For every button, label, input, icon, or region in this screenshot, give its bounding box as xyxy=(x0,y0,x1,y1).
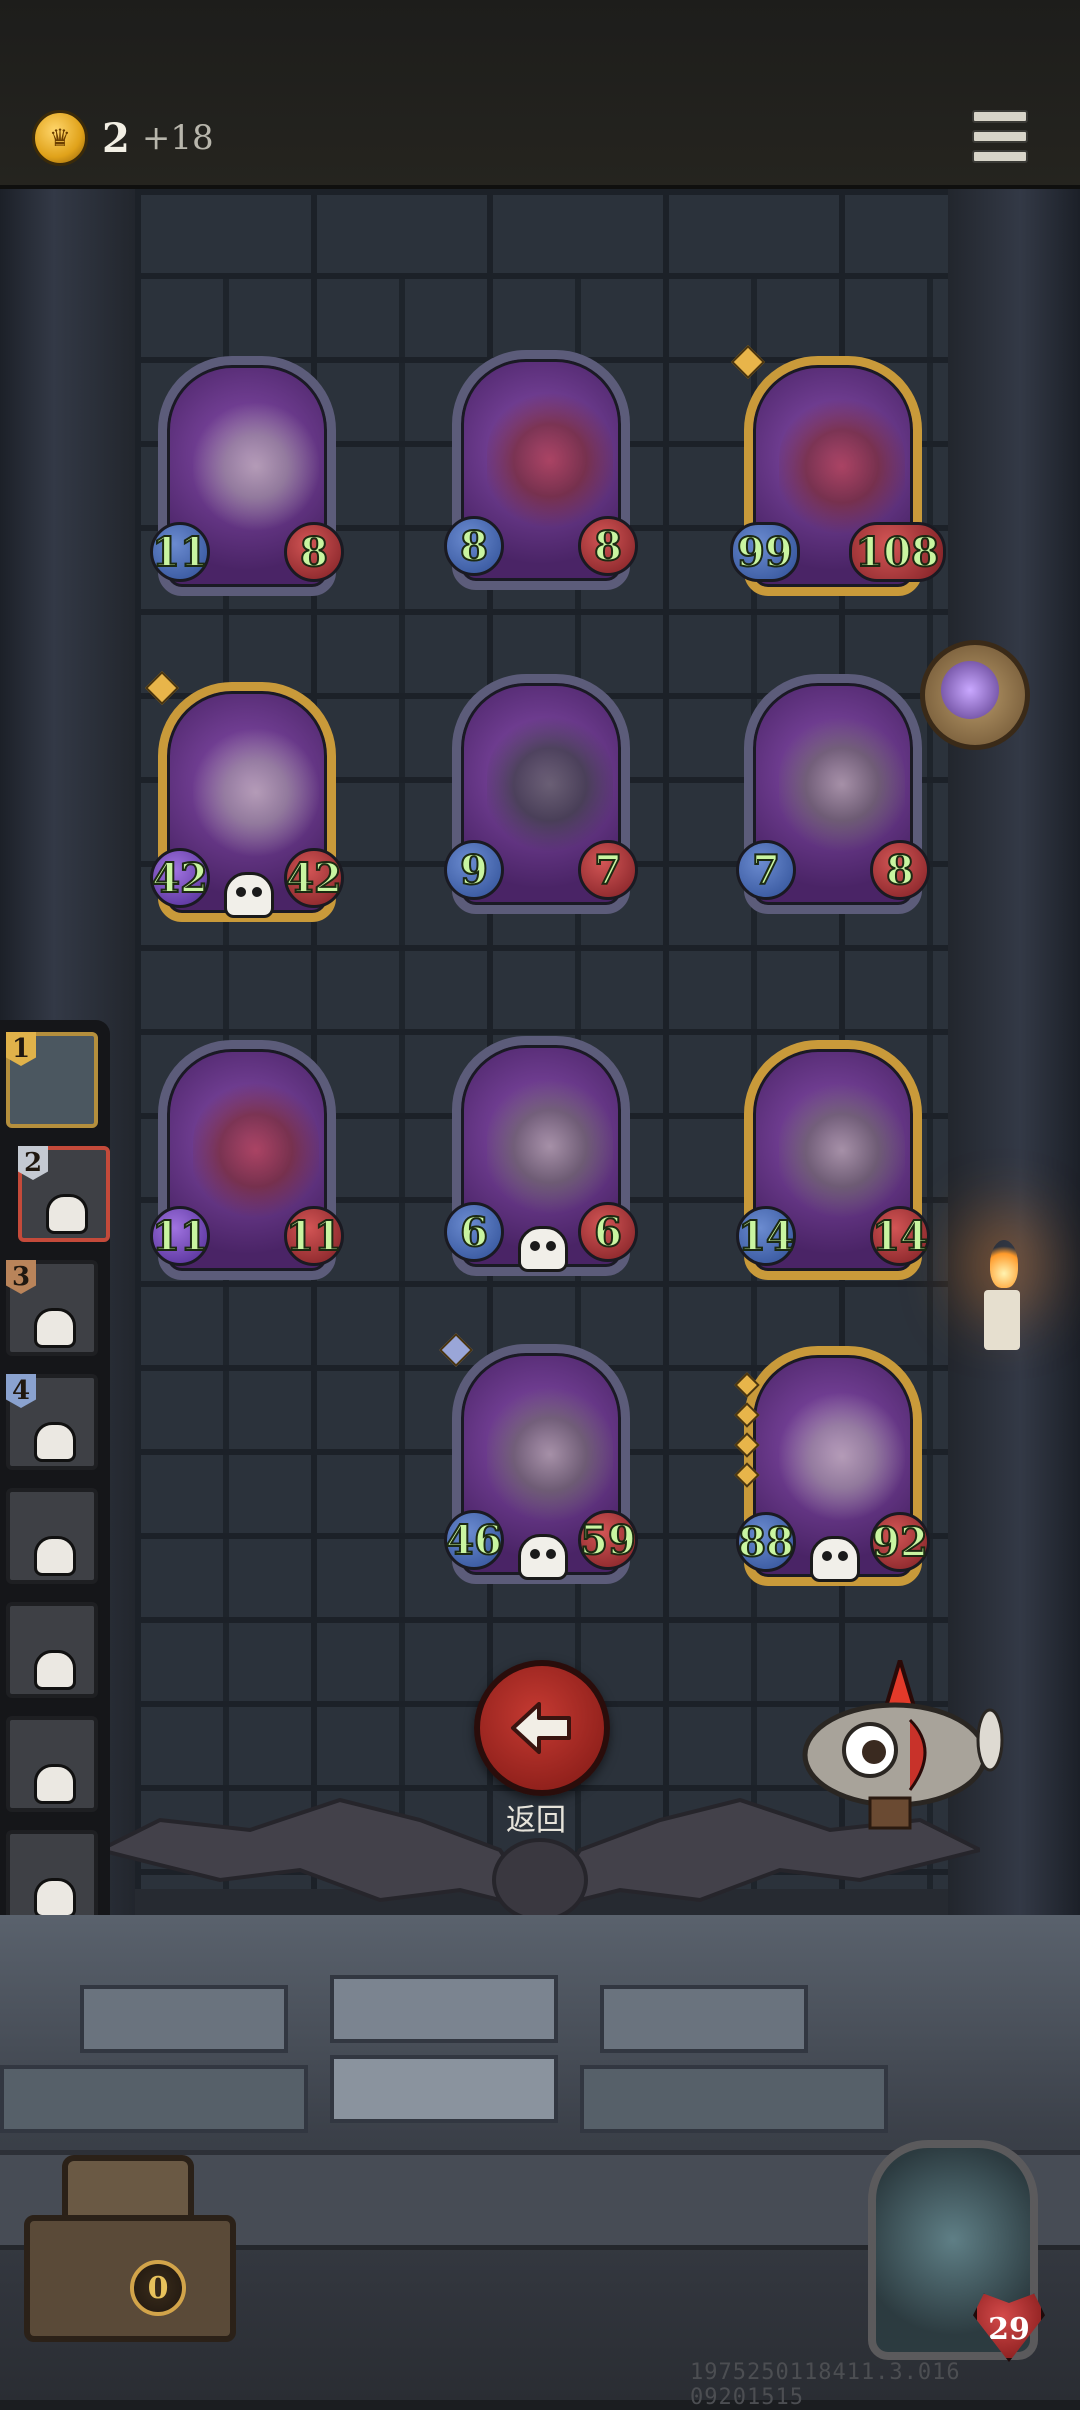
back-label: 返回 xyxy=(506,1803,566,1838)
menu-button[interactable] xyxy=(972,110,1028,163)
chest-box xyxy=(24,2215,236,2342)
floor-tile xyxy=(0,2065,308,2133)
build-version: 1975250118411.3.016 09201515 xyxy=(690,2360,961,2410)
skull-icon xyxy=(34,1536,76,1576)
roster-slot[interactable]: 3 xyxy=(6,1260,98,1356)
skull-icon xyxy=(518,1534,568,1580)
rank-badge: 1 xyxy=(6,1032,36,1066)
skull-icon xyxy=(34,1650,76,1690)
health-stat: 8 xyxy=(870,840,930,900)
skull-icon xyxy=(34,1308,76,1348)
health-stat: 8 xyxy=(284,522,344,582)
attack-stat: 11 xyxy=(150,1206,210,1266)
skull-icon xyxy=(34,1878,76,1918)
attack-stat: 6 xyxy=(444,1202,504,1262)
skull-icon xyxy=(224,872,274,918)
attack-stat: 11 xyxy=(150,522,210,582)
minion-card-skull-reaper[interactable]: 9 7 xyxy=(444,674,638,914)
minion-card-jester[interactable]: 8 8 xyxy=(444,350,638,590)
skull-icon xyxy=(34,1764,76,1804)
minion-card-dragon[interactable]: 11 8 xyxy=(150,356,344,596)
health-stat: 6 xyxy=(578,1202,638,1262)
skull-icon xyxy=(34,1422,76,1462)
rocket-mascot-icon[interactable] xyxy=(790,1660,1010,1840)
health-stat: 42 xyxy=(284,848,344,908)
attack-stat: 14 xyxy=(736,1206,796,1266)
gold-amount: 2 xyxy=(102,114,130,162)
floor-tile xyxy=(330,1975,558,2043)
rank-badge: 2 xyxy=(18,1146,48,1180)
attack-stat: 7 xyxy=(736,840,796,900)
tier-gems-icon xyxy=(734,1372,760,1496)
minion-card-wyrm[interactable]: 99 108 xyxy=(730,345,946,596)
menu-icon xyxy=(972,110,1028,123)
health-stat: 11 xyxy=(284,1206,344,1266)
watch-face xyxy=(941,661,999,719)
attack-stat: 9 xyxy=(444,840,504,900)
attack-stat: 8 xyxy=(444,516,504,576)
skull-icon xyxy=(518,1226,568,1272)
roster-slot[interactable] xyxy=(6,1602,98,1698)
attack-stat: 42 xyxy=(150,848,210,908)
roster-slot[interactable]: 1 xyxy=(6,1032,98,1128)
treasure-chest[interactable]: 0 xyxy=(10,2155,236,2342)
hero-portrait[interactable]: 29 xyxy=(868,2140,1045,2362)
health-stat: 92 xyxy=(870,1512,930,1572)
minion-card-cannon[interactable]: 88 92 xyxy=(734,1346,930,1586)
skull-icon xyxy=(810,1536,860,1582)
candle xyxy=(984,1290,1020,1350)
health-stat: 108 xyxy=(848,522,946,582)
health-stat: 8 xyxy=(578,516,638,576)
attack-stat: 99 xyxy=(730,522,800,582)
minion-card-airship[interactable]: 14 14 xyxy=(736,1040,930,1280)
candle-flame-icon xyxy=(990,1240,1018,1288)
pocket-watch-icon[interactable] xyxy=(920,640,1030,750)
health-stat: 59 xyxy=(578,1510,638,1570)
floor-tile xyxy=(580,2065,888,2133)
player-roster: 1 2 3 4 xyxy=(0,1020,110,1940)
back-button[interactable] xyxy=(474,1660,610,1796)
floor-tile xyxy=(330,2055,558,2123)
gold-coin-icon: ♛ xyxy=(32,110,88,166)
attack-stat: 46 xyxy=(444,1510,504,1570)
minion-card-bone-dragon[interactable]: 42 42 xyxy=(145,671,344,922)
gold-display: ♛ 2 +18 xyxy=(32,110,214,166)
floor-tile xyxy=(80,1985,288,2053)
roster-slot[interactable] xyxy=(6,1488,98,1584)
roster-slot[interactable] xyxy=(6,1716,98,1812)
health-stat: 7 xyxy=(578,840,638,900)
roster-slot[interactable]: 2 xyxy=(18,1146,110,1242)
top-bar: ♛ 2 +18 xyxy=(0,0,1080,189)
attack-stat: 88 xyxy=(736,1512,796,1572)
minion-card-robot-bell[interactable]: 6 6 xyxy=(444,1036,638,1276)
gold-income: +18 xyxy=(141,118,214,158)
roster-slot[interactable] xyxy=(6,1830,98,1926)
arrow-left-icon xyxy=(511,1702,571,1754)
floor-tile xyxy=(600,1985,808,2053)
chest-count: 0 xyxy=(130,2260,186,2316)
rank-badge: 4 xyxy=(6,1374,36,1408)
health-stat: 14 xyxy=(870,1206,930,1266)
minion-card-clockwork[interactable]: 46 59 xyxy=(439,1333,638,1584)
minion-card-beast[interactable]: 7 8 xyxy=(736,674,930,914)
minion-card-hooded-assassin[interactable]: 11 11 xyxy=(150,1040,344,1280)
roster-slot[interactable]: 4 xyxy=(6,1374,98,1470)
skull-icon xyxy=(46,1194,88,1234)
rank-badge: 3 xyxy=(6,1260,36,1294)
